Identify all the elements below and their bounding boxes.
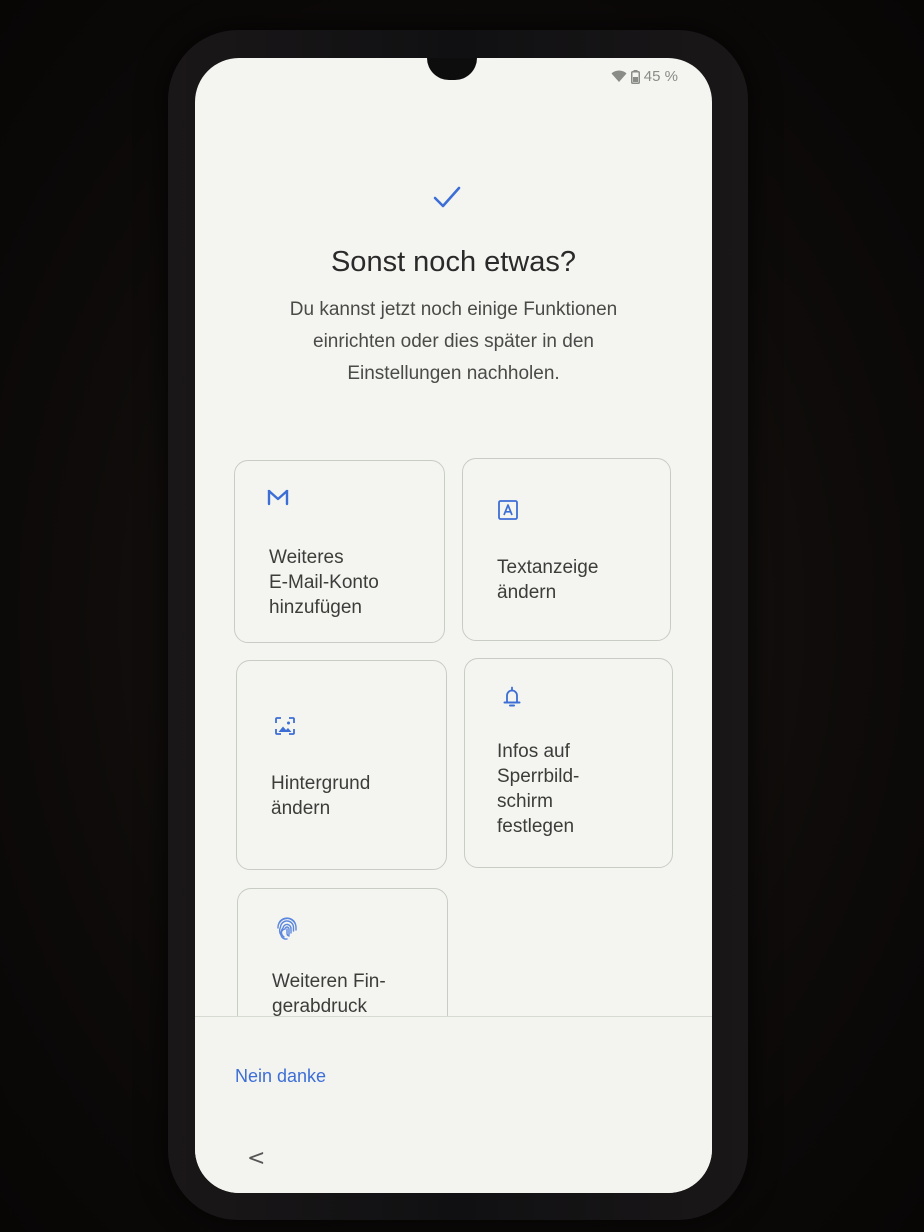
bell-icon bbox=[503, 686, 521, 713]
option-label: Weiteres E-Mail-Konto hinzufügen bbox=[269, 547, 379, 618]
photo-background: 45 % Sonst noch etwas? Du kannst jetzt n… bbox=[0, 0, 924, 1232]
wifi-icon bbox=[611, 70, 627, 83]
subtitle-line: einrichten oder dies später in den bbox=[313, 331, 594, 352]
option-label: Hintergrund ändern bbox=[271, 773, 371, 819]
fingerprint-icon bbox=[275, 915, 299, 946]
battery-percentage: 45 % bbox=[643, 68, 678, 85]
back-button[interactable]: < bbox=[247, 1146, 265, 1171]
bottom-action-bar bbox=[195, 1016, 712, 1193]
page-subtitle: Du kannst jetzt noch einige Funktionen e… bbox=[235, 294, 672, 390]
mail-icon bbox=[267, 488, 289, 511]
option-card-lockscreen-info[interactable]: Infos auf Sperrbild- schirm festlegen bbox=[464, 658, 673, 868]
option-label: Textanzeige ändern bbox=[497, 557, 599, 603]
text-display-icon bbox=[498, 500, 518, 525]
page-title: Sonst noch etwas? bbox=[330, 246, 577, 278]
status-bar: 45 % bbox=[611, 68, 678, 85]
option-label: Weiteren Fin- gerabdruck bbox=[272, 971, 386, 1017]
option-card-add-email[interactable]: Weiteres E-Mail-Konto hinzufügen bbox=[234, 460, 445, 643]
option-card-text-display[interactable]: Textanzeige ändern bbox=[462, 458, 671, 641]
phone-screen: 45 % Sonst noch etwas? Du kannst jetzt n… bbox=[195, 58, 712, 1193]
check-icon bbox=[431, 183, 463, 211]
option-card-wallpaper[interactable]: Hintergrund ändern bbox=[236, 660, 447, 870]
option-label: Infos auf Sperrbild- schirm festlegen bbox=[497, 741, 580, 837]
camera-notch bbox=[427, 58, 477, 80]
subtitle-line: Einstellungen nachholen. bbox=[347, 363, 560, 384]
wallpaper-icon bbox=[275, 717, 295, 740]
subtitle-line: Du kannst jetzt noch einige Funktionen bbox=[289, 299, 618, 320]
skip-button[interactable]: Nein danke bbox=[235, 1066, 326, 1087]
battery-icon bbox=[630, 69, 640, 84]
